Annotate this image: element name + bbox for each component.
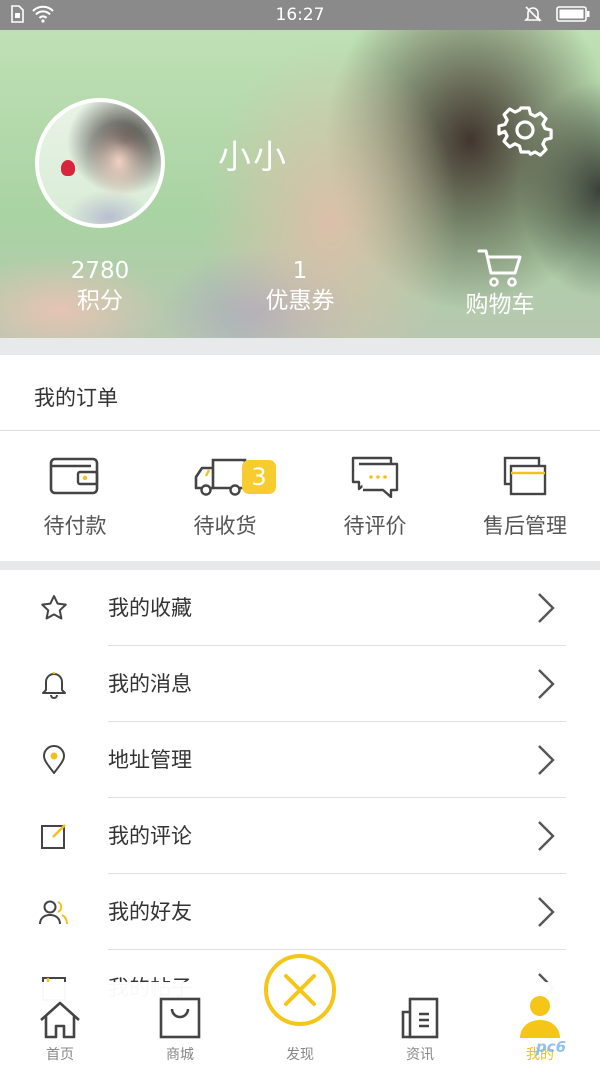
order-pending-receipt[interactable]: 3 待收货 (150, 448, 300, 540)
tab-news[interactable]: 资讯 (360, 982, 480, 1067)
order-after-sales[interactable]: 售后管理 (450, 448, 600, 540)
status-time: 16:27 (275, 5, 325, 25)
order-pending-review-label: 待评价 (343, 514, 407, 538)
tab-home-label: 首页 (46, 1047, 74, 1063)
coupons-label: 优惠券 (265, 288, 335, 314)
tab-news-label: 资讯 (406, 1047, 434, 1063)
edit-icon (41, 824, 66, 849)
tab-mall[interactable]: 商城 (120, 982, 240, 1067)
cart-icon (477, 249, 522, 287)
receipt-count-badge: 3 (242, 460, 276, 494)
friends-icon (39, 900, 68, 925)
mute-bell-icon (524, 6, 542, 22)
menu-comments-label: 我的评论 (108, 824, 192, 848)
menu-messages[interactable]: 我的消息 (0, 646, 600, 722)
coupons-stat[interactable]: 1 优惠券 (250, 258, 350, 316)
order-section-title[interactable]: 我的订单 (34, 382, 118, 412)
news-icon (401, 997, 439, 1039)
shopping-bag-icon (159, 997, 201, 1039)
stack-icon (503, 456, 547, 496)
star-icon (41, 595, 67, 620)
watermark: pc6 (536, 1038, 567, 1056)
chevron-right-icon (538, 745, 555, 775)
menu-messages-label: 我的消息 (108, 672, 192, 696)
coupons-value: 1 (292, 258, 308, 284)
discover-icon (284, 974, 316, 1006)
tab-mall-label: 商城 (166, 1047, 194, 1063)
menu-addresses-label: 地址管理 (108, 748, 192, 772)
status-bar: 16:27 (0, 0, 600, 30)
battery-icon (556, 6, 590, 22)
rose-decoration (61, 160, 75, 176)
home-icon (40, 1001, 80, 1039)
points-label: 积分 (77, 288, 123, 314)
bell-icon (42, 672, 66, 699)
menu-friends[interactable]: 我的好友 (0, 874, 600, 950)
menu-addresses[interactable]: 地址管理 (0, 722, 600, 798)
chat-icon (351, 456, 399, 498)
chevron-right-icon (538, 669, 555, 699)
order-pending-review[interactable]: 待评价 (300, 448, 450, 540)
location-icon (43, 745, 65, 774)
cart-label: 购物车 (465, 292, 535, 318)
user-icon (520, 996, 560, 1038)
gear-icon[interactable] (497, 102, 553, 158)
points-stat[interactable]: 2780 积分 (50, 258, 150, 316)
menu-favorites-label: 我的收藏 (108, 596, 192, 620)
menu-friends-label: 我的好友 (108, 900, 192, 924)
chevron-right-icon (538, 821, 555, 851)
order-after-sales-label: 售后管理 (483, 514, 567, 538)
chevron-right-icon (538, 593, 555, 623)
divider (0, 430, 600, 431)
discover-button[interactable] (264, 954, 336, 1026)
cart-stat[interactable]: 购物车 (450, 249, 550, 320)
chevron-right-icon (538, 897, 555, 927)
points-value: 2780 (70, 258, 130, 284)
menu-favorites[interactable]: 我的收藏 (0, 570, 600, 646)
section-gap (0, 561, 600, 570)
tab-discover-label: 发现 (286, 1047, 314, 1063)
profile-header: 小小 2780 积分 1 优惠券 购物车 (0, 30, 600, 338)
tab-home[interactable]: 首页 (0, 982, 120, 1067)
avatar[interactable] (35, 98, 165, 228)
menu-comments[interactable]: 我的评论 (0, 798, 600, 874)
order-pending-payment-label: 待付款 (43, 514, 107, 538)
order-pending-payment[interactable]: 待付款 (0, 448, 150, 540)
username[interactable]: 小小 (218, 130, 288, 178)
section-gap (0, 338, 600, 355)
wallet-icon (49, 457, 99, 495)
order-pending-receipt-label: 待收货 (193, 514, 257, 538)
